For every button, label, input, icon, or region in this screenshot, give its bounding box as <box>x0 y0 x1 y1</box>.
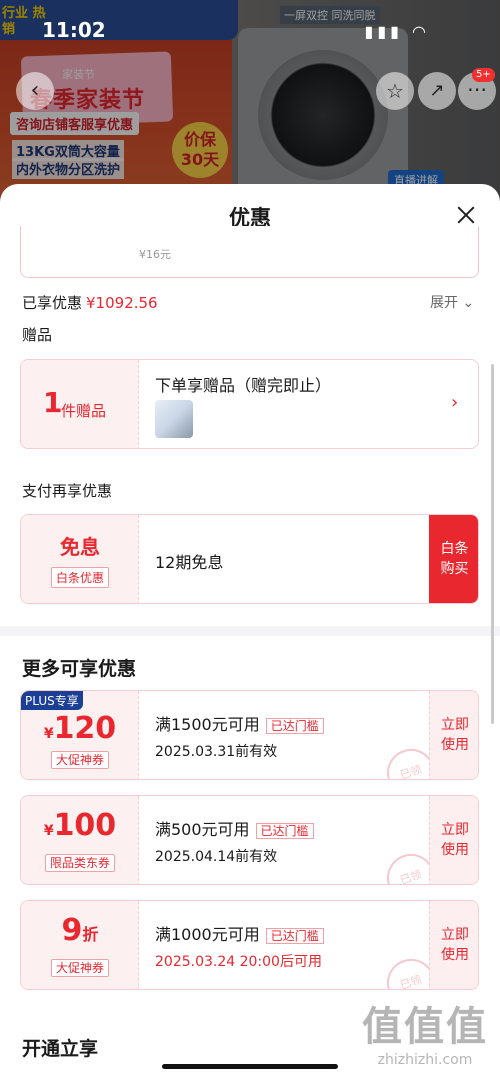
coupon-condition-text: 满1500元可用 <box>155 715 260 734</box>
gift-count: 1 <box>43 386 63 419</box>
coupon-date: 2025.03.24 20:00后可用 <box>155 954 322 970</box>
currency-symbol: ¥ <box>43 726 54 742</box>
coupon-card: ¥100 限品类东券 满500元可用 已达门槛 2025.04.14前有效 已领 … <box>20 795 479 885</box>
coupon-value-area: ¥100 限品类东券 <box>21 796 139 884</box>
chevron-right-icon[interactable]: › <box>451 392 458 413</box>
coupon-value-area: ¥120 大促神券 PLUS专享 <box>21 691 139 779</box>
cart-badge: 5+ <box>472 68 495 82</box>
more-discounts-title: 更多可享优惠 <box>22 658 137 680</box>
coupon-card: 9折 大促神券 满1000元可用 已达门槛 2025.03.24 20:00后可用… <box>20 900 479 990</box>
status-bar: 11:02 ▮▮▮ ◠ <box>0 18 500 48</box>
coupon-value-area: 9折 大促神券 <box>21 901 139 989</box>
back-button[interactable]: ‹ <box>16 72 54 110</box>
gift-section-label: 赠品 <box>22 326 53 344</box>
coupon-amount-value: 120 <box>53 711 117 746</box>
wifi-icon: ◠ <box>412 22 430 41</box>
pay-left-area: 免息 白条优惠 <box>21 515 139 603</box>
use-now-button[interactable]: 立即 使用 <box>429 691 478 779</box>
expand-label: 展开 <box>430 295 458 311</box>
coupon-type: 限品类东券 <box>44 854 115 872</box>
chevron-down-icon: ⌄ <box>462 295 475 311</box>
signal-icon: ▮▮▮ <box>364 22 403 41</box>
expand-button[interactable]: 展开 ⌄ <box>430 292 474 312</box>
gift-count-area: 1 件赠品 <box>21 360 139 448</box>
star-icon: ☆ <box>386 79 404 103</box>
share-button[interactable]: ↗ <box>418 72 456 110</box>
scrollbar[interactable] <box>491 364 494 724</box>
discount-suffix: 折 <box>82 925 99 944</box>
favorite-button[interactable]: ☆ <box>376 72 414 110</box>
coupon-condition: 满1500元可用 已达门槛 <box>155 711 324 735</box>
threshold-met-tag: 已达门槛 <box>265 718 324 734</box>
enjoyed-label: 已享优惠 <box>22 294 83 312</box>
coupon-amount: ¥100 <box>21 808 139 843</box>
gift-unit: 件赠品 <box>61 402 107 420</box>
discount-sheet: 优惠 ¥16元 已享优惠 ¥1092.56 展开 ⌄ 赠品 1 件赠品 下单享赠品… <box>0 184 500 1081</box>
installment-text: 12期免息 <box>155 553 224 572</box>
back-icon: ‹ <box>30 78 40 103</box>
gift-thumbnail[interactable] <box>155 400 193 438</box>
previous-card: ¥16元 <box>20 226 479 278</box>
enjoyed-discount: 已享优惠 ¥1092.56 <box>22 292 158 313</box>
coupon-condition: 满1000元可用 已达门槛 <box>155 921 324 945</box>
gift-card[interactable]: 1 件赠品 下单享赠品（赠完即止） › <box>20 359 479 449</box>
interest-free-label: 免息 <box>60 535 100 559</box>
coupon-condition: 满500元可用 已达门槛 <box>155 816 314 840</box>
status-time: 11:02 <box>42 18 106 42</box>
coupon-date: 2025.04.14前有效 <box>155 849 278 865</box>
use-now-button[interactable]: 立即 使用 <box>429 901 478 989</box>
gift-title: 下单享赠品（赠完即止） <box>155 376 332 395</box>
previous-card-price: ¥16元 <box>139 248 171 261</box>
coupon-card: ¥120 大促神券 PLUS专享 满1500元可用 已达门槛 2025.03.31… <box>20 690 479 780</box>
watermark-url: zhizhizhi.com <box>377 1052 473 1068</box>
share-icon: ↗ <box>429 80 445 101</box>
status-icons: ▮▮▮ ◠ <box>365 22 430 41</box>
plus-exclusive-tag: PLUS专享 <box>21 691 83 710</box>
threshold-met-tag: 已达门槛 <box>255 823 314 839</box>
pay-card: 免息 白条优惠 12期免息 白条 购买 <box>20 514 479 604</box>
coupon-amount-value: 9 <box>61 913 83 948</box>
coupon-date: 2025.03.31前有效 <box>155 744 278 760</box>
watermark-logo: 值值值 <box>362 1004 488 1050</box>
coupon-condition-text: 满1000元可用 <box>155 925 260 944</box>
open-membership-title: 开通立享 <box>22 1038 99 1060</box>
threshold-met-tag: 已达门槛 <box>265 928 324 944</box>
coupon-condition-text: 满500元可用 <box>155 820 250 839</box>
home-indicator[interactable] <box>162 1064 338 1069</box>
coupon-amount: 9折 <box>21 913 139 948</box>
coupon-amount-value: 100 <box>53 808 117 843</box>
baitiao-tag: 白条优惠 <box>51 567 110 588</box>
site-watermark: 值值值 zhizhizhi.com <box>352 994 498 1076</box>
baitiao-buy-button[interactable]: 白条 购买 <box>429 515 478 603</box>
currency-symbol: ¥ <box>43 823 54 839</box>
coupon-type: 大促神券 <box>50 959 109 977</box>
enjoyed-amount: ¥1092.56 <box>86 294 158 312</box>
use-now-button[interactable]: 立即 使用 <box>429 796 478 884</box>
coupon-amount: ¥120 <box>21 711 139 746</box>
coupon-type: 大促神券 <box>50 751 109 769</box>
pay-section-label: 支付再享优惠 <box>22 482 113 500</box>
section-divider <box>0 626 500 636</box>
